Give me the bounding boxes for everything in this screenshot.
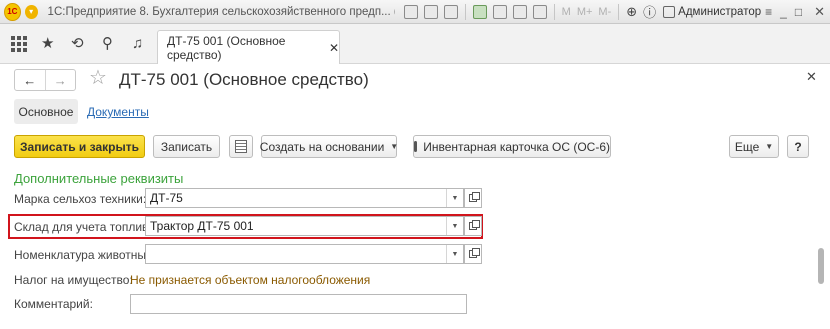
favorites-star-icon[interactable]: ★ bbox=[41, 35, 54, 53]
attach-icon[interactable] bbox=[472, 4, 487, 19]
save-and-close-button[interactable]: Записать и закрыть bbox=[14, 135, 145, 158]
create-based-on-label: Создать на основании bbox=[259, 139, 385, 154]
machine-brand-label: Марка сельхоз техники: bbox=[14, 192, 147, 206]
list-icon bbox=[235, 140, 247, 153]
zoom-icon[interactable]: ⊕ bbox=[626, 4, 637, 20]
printer-icon bbox=[414, 141, 418, 152]
fuel-warehouse-label: Склад для учета топлива: bbox=[14, 220, 159, 234]
back-arrow-icon[interactable]: ← bbox=[15, 70, 45, 90]
page-title: ДТ-75 001 (Основное средство) bbox=[119, 70, 369, 89]
more-button[interactable]: Еще ▼ bbox=[729, 135, 779, 158]
save-icon[interactable] bbox=[403, 4, 418, 19]
group-header: Дополнительные реквизиты bbox=[14, 171, 184, 186]
separator bbox=[553, 3, 555, 20]
memory-button[interactable]: M bbox=[562, 6, 571, 18]
help-button[interactable]: ? bbox=[787, 135, 809, 158]
tab-documents[interactable]: Документы bbox=[87, 105, 149, 119]
titlebar-toolbar: M M+ M- ⊕ ⓘ Администратор ≡ _ □ ✕ bbox=[401, 2, 830, 21]
comment-label: Комментарий: bbox=[14, 297, 93, 311]
info-icon[interactable]: ⓘ bbox=[643, 2, 656, 21]
apps-grid-icon[interactable] bbox=[11, 36, 27, 52]
inventory-card-button[interactable]: Инвентарная карточка ОС (ОС-6) bbox=[413, 135, 611, 158]
animal-nomenclature-field[interactable]: ▼ bbox=[145, 244, 464, 264]
chevron-down-icon: ▼ bbox=[390, 142, 399, 151]
restore-icon[interactable]: □ bbox=[795, 5, 802, 19]
scrollbar[interactable] bbox=[818, 170, 826, 328]
animal-nomenclature-label: Номенклатура животных: bbox=[14, 248, 156, 262]
separator bbox=[618, 3, 620, 20]
close-icon[interactable]: ✕ bbox=[806, 69, 817, 85]
chevron-down-icon[interactable]: ▼ bbox=[446, 189, 463, 207]
user-icon bbox=[663, 5, 676, 18]
separator bbox=[464, 3, 466, 20]
logo-icon[interactable]: 1C bbox=[4, 2, 21, 21]
more-label: Еще bbox=[734, 139, 760, 154]
notifications-bell-icon[interactable]: ♫ bbox=[132, 35, 143, 53]
history-icon[interactable]: ⟲ bbox=[71, 35, 84, 53]
memory-plus-button[interactable]: M+ bbox=[577, 6, 593, 18]
print-icon[interactable] bbox=[423, 4, 438, 19]
preview-icon[interactable] bbox=[443, 4, 458, 19]
minimize-icon[interactable]: _ bbox=[780, 5, 787, 19]
scrollbar-thumb[interactable] bbox=[818, 248, 824, 284]
calendar-icon[interactable] bbox=[532, 4, 547, 19]
calculator-icon[interactable] bbox=[512, 4, 527, 19]
memory-minus-button[interactable]: M- bbox=[598, 6, 611, 18]
section-bar: ★ ⟲ ⚲ ♫ ДТ-75 001 (Основное средство) ✕ bbox=[0, 24, 830, 64]
tab-document[interactable]: ДТ-75 001 (Основное средство) ✕ bbox=[157, 30, 340, 64]
chevron-down-icon[interactable]: ▼ bbox=[446, 245, 463, 263]
bookmark-star-icon[interactable]: ☆ bbox=[89, 67, 107, 89]
current-user[interactable]: Администратор bbox=[678, 6, 761, 18]
chevron-down-icon: ▼ bbox=[765, 142, 774, 151]
machine-brand-field[interactable]: ДТ-75 ▼ bbox=[145, 188, 464, 208]
window-close-icon[interactable]: ✕ bbox=[814, 4, 825, 20]
window-menu-icon[interactable]: ≡ bbox=[765, 5, 772, 19]
fuel-warehouse-field[interactable]: Трактор ДТ-75 001 ▼ bbox=[145, 216, 464, 236]
create-based-on-button[interactable]: Создать на основании ▼ bbox=[259, 135, 399, 158]
open-icon[interactable] bbox=[464, 216, 482, 236]
tab-close-icon[interactable]: ✕ bbox=[329, 41, 339, 55]
save-button[interactable]: Записать bbox=[153, 135, 220, 158]
search-icon[interactable]: ⚲ bbox=[102, 35, 113, 53]
tab-main[interactable]: Основное bbox=[14, 99, 78, 124]
open-icon[interactable] bbox=[464, 244, 482, 264]
forward-arrow-icon[interactable]: → bbox=[44, 70, 76, 90]
chevron-down-icon[interactable]: ▼ bbox=[446, 217, 463, 235]
comment-field[interactable] bbox=[130, 294, 467, 314]
menu-dropdown-icon[interactable]: ▾ bbox=[24, 4, 38, 19]
machine-brand-value: ДТ-75 bbox=[150, 191, 183, 205]
tab-label: ДТ-75 001 (Основное средство) bbox=[167, 33, 286, 62]
navigation-buttons: ← → bbox=[14, 69, 76, 91]
property-tax-label: Налог на имущество: bbox=[14, 273, 133, 287]
link-icon[interactable] bbox=[492, 4, 507, 19]
open-icon[interactable] bbox=[464, 188, 482, 208]
window-titlebar: 1C ▾ 1С:Предприятие 8. Бухгалтерия сельс… bbox=[0, 0, 830, 24]
fuel-warehouse-value: Трактор ДТ-75 001 bbox=[150, 219, 254, 233]
inventory-card-label: Инвентарная карточка ОС (ОС-6) bbox=[423, 139, 610, 154]
property-tax-value: Не признается объектом налогообложения bbox=[130, 273, 371, 287]
list-button[interactable] bbox=[229, 135, 253, 158]
window-title: 1С:Предприятие 8. Бухгалтерия сельскохоз… bbox=[47, 5, 395, 18]
